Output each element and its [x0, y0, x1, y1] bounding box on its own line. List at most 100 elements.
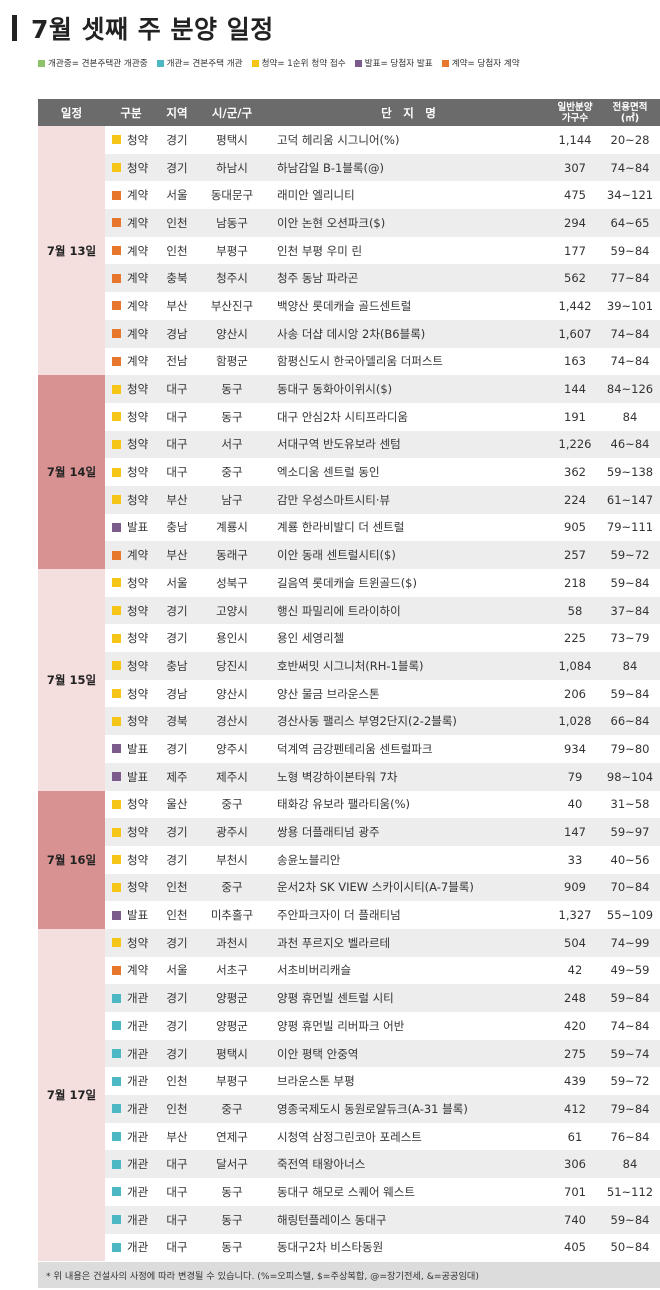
table-header: 일정 구분 지역 시/군/구 단 지 명 일반분양 가구수 전용면적 (㎡) — [38, 99, 660, 126]
units-cell: 1,028 — [558, 714, 592, 729]
area-cell: 84~126 — [606, 382, 654, 397]
units-cell: 218 — [564, 575, 586, 590]
type-cell: 발표 — [105, 741, 157, 757]
units-cell: 562 — [564, 271, 586, 286]
region-cell: 인천 — [166, 215, 188, 230]
type-cell: 청약 — [105, 852, 157, 868]
table-row: 청약 대구 동구 대구 안심2차 시티프라디움 191 84 — [105, 403, 660, 431]
type-cell: 발표 — [105, 907, 157, 923]
table-row: 계약 부산 동래구 이안 동래 센트럴시티($) 257 59~72 — [105, 541, 660, 569]
type-cell: 청약 — [105, 796, 157, 812]
area-cell: 39~101 — [606, 298, 654, 313]
city-cell: 부산진구 — [210, 298, 254, 313]
date-group: 7월 14일 청약 대구 동구 동대구 동화아이위시($) 144 84~126 청약 대구 동구… — [38, 375, 660, 569]
type-cell: 발표 — [105, 519, 157, 535]
type-cell: 개관 — [105, 1129, 157, 1145]
type-label: 계약 — [127, 963, 149, 978]
units-cell: 40 — [567, 797, 583, 812]
type-label: 개관 — [127, 1046, 149, 1061]
header-units-line2: 가구수 — [561, 112, 589, 124]
type-label: 계약 — [127, 548, 149, 563]
type-cell: 청약 — [105, 603, 157, 619]
legend-swatch — [156, 59, 164, 67]
region-cell: 경북 — [166, 714, 188, 729]
area-cell: 70~84 — [610, 880, 650, 895]
complex-name-cell: 동대구 해모로 스퀘어 웨스트 — [277, 1184, 415, 1199]
complex-name-cell: 송윤노블리안 — [277, 852, 341, 867]
type-cell: 청약 — [105, 575, 157, 591]
city-cell: 제주시 — [216, 769, 248, 784]
area-cell: 46~84 — [610, 437, 650, 452]
units-cell: 144 — [564, 382, 586, 397]
complex-name-cell: 경산사동 팰리스 부영2단지(2-2블록) — [277, 714, 457, 729]
area-cell: 55~109 — [606, 908, 654, 923]
region-cell: 충남 — [166, 658, 188, 673]
complex-name-cell: 인천 부평 우미 린 — [277, 243, 363, 258]
type-color-icon — [112, 495, 121, 505]
type-cell: 개관 — [105, 1073, 157, 1089]
region-cell: 충북 — [166, 271, 188, 286]
units-cell: 934 — [564, 741, 586, 756]
units-cell: 475 — [564, 188, 586, 203]
type-color-icon — [112, 301, 121, 311]
header-area-line2: (㎡) — [620, 112, 640, 124]
type-cell: 개관 — [105, 1239, 157, 1255]
units-cell: 248 — [564, 991, 586, 1006]
type-color-icon — [112, 993, 121, 1003]
region-cell: 부산 — [166, 298, 188, 313]
city-cell: 중구 — [221, 880, 243, 895]
type-cell: 개관 — [105, 1046, 157, 1062]
area-cell: 74~84 — [610, 1018, 650, 1033]
type-label: 청약 — [127, 852, 149, 867]
type-label: 청약 — [127, 132, 149, 147]
group-rows: 청약 서울 성북구 길음역 롯데캐슬 트윈골드($) 218 59~84 청약 경기 고양시 행신… — [105, 569, 660, 791]
table-row: 개관 대구 달서구 죽전역 태왕아너스 306 84 — [105, 1150, 660, 1179]
type-label: 발표 — [127, 520, 149, 535]
city-cell: 평택시 — [216, 1046, 248, 1061]
region-cell: 대구 — [166, 382, 188, 397]
complex-name-cell: 사송 더샵 데시앙 2차(B6블록) — [277, 326, 426, 341]
city-cell: 중구 — [221, 465, 243, 480]
type-label: 청약 — [127, 465, 149, 480]
complex-name-cell: 이안 동래 센트럴시티($) — [277, 548, 396, 563]
type-label: 개관 — [127, 1157, 149, 1172]
city-cell: 부평구 — [216, 243, 248, 258]
footnote: * 위 내용은 건설사의 사정에 따라 변경될 수 있습니다. (%=오피스텔,… — [38, 1262, 660, 1288]
area-cell: 74~84 — [610, 160, 650, 175]
units-cell: 177 — [564, 243, 586, 258]
type-cell: 개관 — [105, 1184, 157, 1200]
units-cell: 191 — [564, 409, 586, 424]
area-cell: 64~65 — [610, 215, 650, 230]
table-row: 개관 대구 동구 동대구2차 비스타동원 405 50~84 — [105, 1234, 660, 1262]
city-cell: 달서구 — [216, 1157, 248, 1172]
city-cell: 성북구 — [216, 575, 248, 590]
region-cell: 경기 — [166, 160, 188, 175]
type-label: 청약 — [127, 797, 149, 812]
type-color-icon — [112, 439, 121, 449]
table-row: 발표 인천 미추홀구 주안파크자이 더 플래티넘 1,327 55~109 — [105, 901, 660, 929]
complex-name-cell: 해링턴플레이스 동대구 — [277, 1212, 387, 1227]
units-cell: 307 — [564, 160, 586, 175]
type-cell: 청약 — [105, 686, 157, 702]
complex-name-cell: 용인 세영리첼 — [277, 631, 345, 646]
units-cell: 33 — [567, 852, 583, 867]
units-cell: 225 — [564, 631, 586, 646]
city-cell: 함평군 — [216, 354, 248, 369]
group-rows: 청약 울산 중구 태화강 유보라 팰라티움(%) 40 31~58 청약 경기 광주시 쌍용 더플… — [105, 791, 660, 929]
area-cell: 79~80 — [610, 741, 650, 756]
units-cell: 58 — [567, 603, 583, 618]
city-cell: 남구 — [221, 492, 243, 507]
city-cell: 계룡시 — [216, 520, 248, 535]
area-cell: 74~84 — [610, 326, 650, 341]
header-complex-name: 단 지 명 — [381, 105, 436, 120]
type-label: 발표 — [127, 769, 149, 784]
table-row: 발표 경기 양주시 덕계역 금강펜테리움 센트럴파크 934 79~80 — [105, 735, 660, 763]
area-cell: 74~99 — [610, 935, 650, 950]
units-cell: 412 — [564, 1101, 586, 1116]
type-color-icon — [112, 661, 121, 671]
units-cell: 61 — [567, 1129, 583, 1144]
header-type: 구분 — [120, 105, 142, 120]
city-cell: 용인시 — [216, 631, 248, 646]
complex-name-cell: 시청역 삼정그린코아 포레스트 — [277, 1129, 422, 1144]
area-cell: 73~79 — [610, 631, 650, 646]
